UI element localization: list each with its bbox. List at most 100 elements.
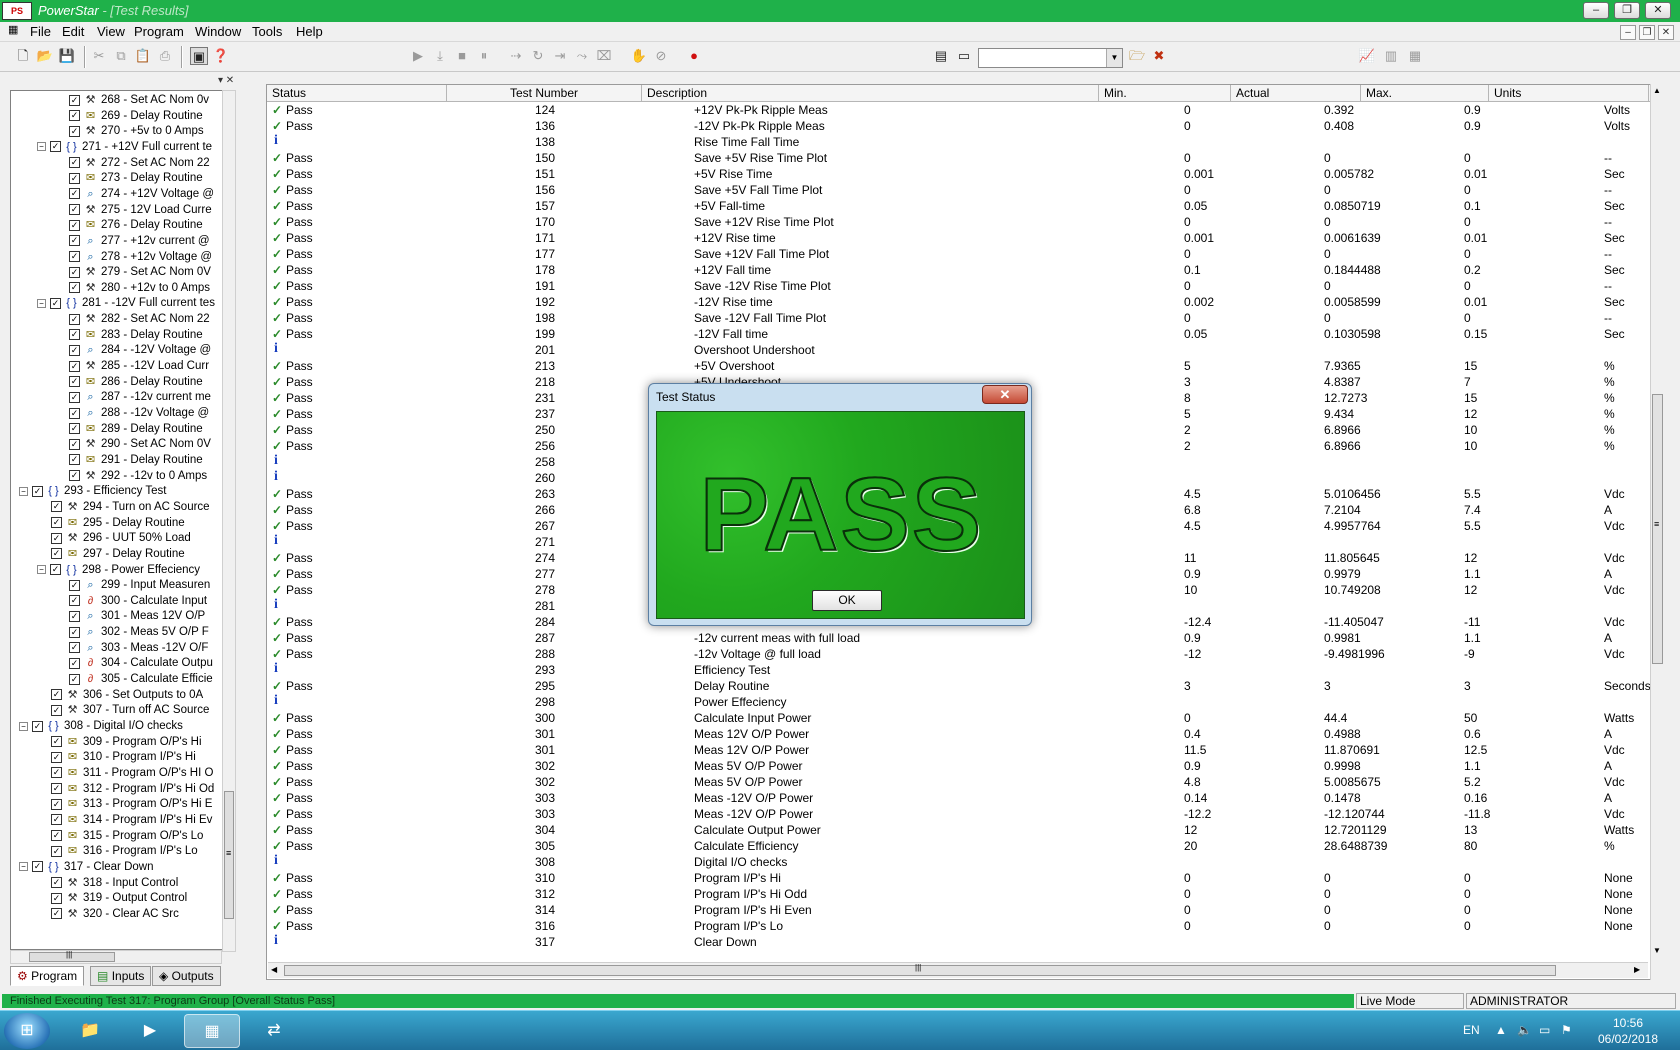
flag-icon[interactable]: ⚑ [1561,1023,1572,1037]
language-indicator[interactable]: EN [1463,1023,1480,1037]
tree-expander-icon[interactable]: − [19,721,28,731]
tree-item[interactable]: ✓ ✉ 311 - Program O/P's HI O [51,765,227,781]
table-row[interactable]: ✓ Pass 199 -12V Fall time 0.05 0.1030598 0.15 S… [267,326,1647,342]
table-row[interactable]: ✓ Pass 198 Save -12V Fall Time Plot 0 0 0 -- [267,310,1647,326]
table-row[interactable]: ✓ Pass 156 Save +5V Fall Time Plot 0 0 0 -- [267,182,1647,198]
ok-button[interactable]: OK [812,590,882,611]
tree-item-checkbox[interactable]: ✓ [51,501,62,513]
tab-inputs[interactable]: ▤ Inputs [90,966,152,986]
tree-item[interactable]: ✓ ⌕ 274 - +12V Voltage @ [69,186,227,202]
tree-item-checkbox[interactable]: ✓ [51,751,62,763]
tree-item[interactable]: ✓ ⚒ 268 - Set AC Nom 0v [69,92,227,108]
tree-item[interactable]: ✓ ⚒ 292 - -12v to 0 Amps [69,468,227,484]
tree-item[interactable]: − ✓ { } 308 - Digital I/O checks [19,718,227,734]
tree-item[interactable]: ✓ ⌕ 277 - +12v current @ [69,233,227,249]
column-header[interactable]: Description [642,85,1099,102]
print-icon[interactable]: ⎙ [156,47,174,65]
clock[interactable]: 10:56 06/02/2018 [1583,1015,1673,1047]
tree-item-checkbox[interactable]: ✓ [69,235,80,247]
table-row[interactable]: ✓ Pass 302 Meas 5V O/P Power 0.9 0.9998 1.1 A [267,758,1647,774]
tree-item-checkbox[interactable]: ✓ [69,94,80,106]
table-row[interactable]: ✓ Pass 151 +5V Rise Time 0.001 0.005782 0.01 Se… [267,166,1647,182]
tree-item[interactable]: ✓ ✉ 286 - Delay Routine [69,374,227,390]
tree-item-checkbox[interactable]: ✓ [69,110,80,122]
reset-icon[interactable]: ⊘ [652,47,670,65]
tree-item[interactable]: ✓ ✉ 283 - Delay Routine [69,327,227,343]
table-row[interactable]: ✓ Pass 213 +5V Overshoot 5 7.9365 15% [267,358,1647,374]
tree-item-checkbox[interactable]: ✓ [69,626,80,638]
tree-item[interactable]: ✓ ✉ 310 - Program I/P's Hi [51,749,227,765]
tree-item-checkbox[interactable]: ✓ [69,673,80,685]
tree-item-checkbox[interactable]: ✓ [69,204,80,216]
tree-item-checkbox[interactable]: ✓ [32,720,43,732]
mdi-minimize-button[interactable]: – [1620,25,1636,40]
restore-button[interactable]: ❐ [1614,2,1640,19]
tree-item-checkbox[interactable]: ✓ [69,657,80,669]
chart-icon[interactable]: 📈 [1358,47,1376,65]
copy-icon[interactable]: ⧉ [112,47,130,65]
tree-item-checkbox[interactable]: ✓ [69,344,80,356]
table-row[interactable]: ✓ Pass 303 Meas -12V O/P Power -12.2 -12.1207… [267,806,1647,822]
tree-item[interactable]: ✓ ✉ 316 - Program I/P's Lo [51,843,227,859]
table-row[interactable]: ✓ Pass 192 -12V Rise time 0.002 0.0058599 0.01… [267,294,1647,310]
open-icon[interactable]: 📂 [36,47,54,65]
filter-combo[interactable]: ▼ [978,48,1123,68]
column-header[interactable]: Max. [1361,85,1489,102]
tree-item-checkbox[interactable]: ✓ [51,767,62,779]
menu-program[interactable]: Program [134,24,184,39]
table-row[interactable]: ✓ Pass 302 Meas 5V O/P Power 4.8 5.0085675 5.2… [267,774,1647,790]
tree-item-checkbox[interactable]: ✓ [51,783,62,795]
tree-item[interactable]: ✓ ⚒ 282 - Set AC Nom 22 [69,311,227,327]
tree-item[interactable]: ✓ ⌕ 288 - -12v Voltage @ [69,405,227,421]
tree-item[interactable]: ✓ ⌕ 284 - -12V Voltage @ [69,342,227,358]
tree-item[interactable]: ✓ ∂ 300 - Calculate Input [69,593,227,609]
tree-expander-icon[interactable]: − [37,298,46,308]
tree-item[interactable]: ✓ ✉ 273 - Delay Routine [69,170,227,186]
tree-item[interactable]: ✓ ⚒ 272 - Set AC Nom 22 [69,155,227,171]
tree-item[interactable]: ✓ ⌕ 303 - Meas -12V O/F [69,640,227,656]
tree-item-checkbox[interactable]: ✓ [69,579,80,591]
tree-item-checkbox[interactable]: ✓ [69,470,80,482]
tree-item-checkbox[interactable]: ✓ [69,313,80,325]
tree-item-checkbox[interactable]: ✓ [69,423,80,435]
save-icon[interactable]: 💾 [58,47,76,65]
table-row[interactable]: i 201 Overshoot Undershoot [267,341,1647,358]
tree-item[interactable]: ✓ ✉ 297 - Delay Routine [51,546,227,562]
tree-item[interactable]: ✓ ✉ 291 - Delay Routine [69,452,227,468]
play-icon[interactable]: ▶ [409,47,427,65]
tree-item[interactable]: ✓ ✉ 313 - Program O/P's Hi E [51,796,227,812]
tree-item[interactable]: ✓ ⚒ 319 - Output Control [51,890,227,906]
tree-expander-icon[interactable]: − [19,862,28,872]
open-folder-icon[interactable]: 🗁 [1128,47,1146,65]
table-row[interactable]: ✓ Pass 191 Save -12V Rise Time Plot 0 0 0 -- [267,278,1647,294]
tree-item[interactable]: ✓ ⚒ 307 - Turn off AC Source [51,702,227,718]
table-row[interactable]: ✓ Pass 136 -12V Pk-Pk Ripple Meas 0 0.408 0.9 V… [267,118,1647,134]
table-row[interactable]: ✓ Pass 177 Save +12V Fall Time Plot 0 0 0 -- [267,246,1647,262]
tree-item-checkbox[interactable]: ✓ [69,438,80,450]
new-icon[interactable]: 🗋 [14,47,32,65]
tree-item[interactable]: ✓ ⚒ 275 - 12V Load Curre [69,202,227,218]
menu-edit[interactable]: Edit [62,24,84,39]
paste-icon[interactable]: 📋 [134,47,152,65]
tree-item-checkbox[interactable]: ✓ [69,642,80,654]
table-row[interactable]: ✓ Pass 171 +12V Rise time 0.001 0.0061639 0.01… [267,230,1647,246]
minimize-button[interactable]: – [1583,2,1609,19]
tree-item[interactable]: ✓ ⚒ 279 - Set AC Nom 0V [69,264,227,280]
tree-item-checkbox[interactable]: ✓ [69,360,80,372]
tree-item[interactable]: ✓ ⚒ 318 - Input Control [51,875,227,891]
tree-item-checkbox[interactable]: ✓ [69,172,80,184]
tree-item[interactable]: ✓ ⚒ 290 - Set AC Nom 0V [69,436,227,452]
table-row[interactable]: i 308 Digital I/O checks [267,853,1647,870]
tree-expander-icon[interactable]: − [19,486,28,496]
table-row[interactable]: ✓ Pass 310 Program I/P's Hi 0 0 0 None [267,870,1647,886]
table-row[interactable]: ✓ Pass 301 Meas 12V O/P Power 0.4 0.4988 0.6 A [267,726,1647,742]
tree-item-checkbox[interactable]: ✓ [51,736,62,748]
tree-item[interactable]: ✓ ✉ 295 - Delay Routine [51,515,227,531]
skip-icon[interactable]: ⇥ [551,47,569,65]
tree-item-checkbox[interactable]: ✓ [51,798,62,810]
grid-vertical-scrollbar[interactable]: ▲ ≡ ▼ [1650,84,1664,980]
stop-icon[interactable]: ■ [453,47,471,65]
grid-hscroll-thumb[interactable]: ||| [284,963,1556,976]
tree-item[interactable]: ✓ ⌕ 299 - Input Measuren [69,577,227,593]
record-icon[interactable]: ● [685,47,703,65]
